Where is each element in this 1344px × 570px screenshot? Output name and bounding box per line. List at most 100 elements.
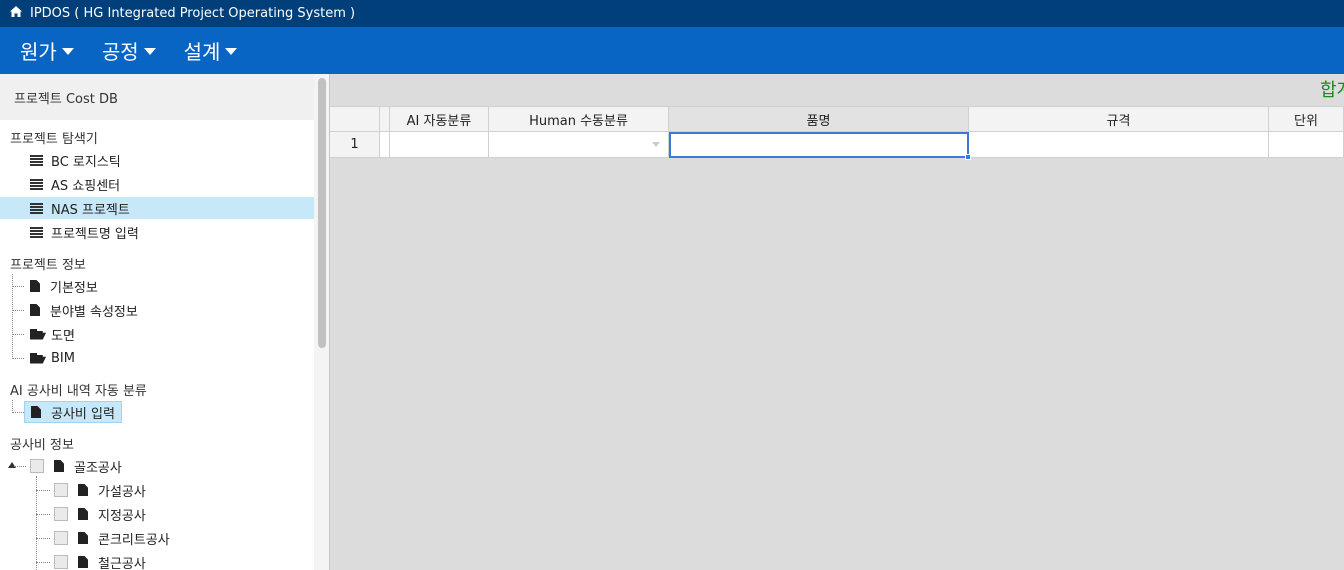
sidebar-scrollbar[interactable] xyxy=(314,74,329,570)
info-item-bim[interactable]: BIM xyxy=(30,347,75,369)
document-icon xyxy=(78,556,88,568)
cost-child-label: 철근공사 xyxy=(98,556,146,570)
ai-item-label: 공사비 입력 xyxy=(51,406,115,422)
corner-cell[interactable] xyxy=(330,106,380,132)
column-header-item-name[interactable]: 품명 xyxy=(669,106,969,132)
menu-schedule[interactable]: 공정 xyxy=(102,36,156,65)
folder-open-icon xyxy=(30,352,46,364)
cost-child-label: 콘크리트공사 xyxy=(98,532,170,548)
column-header-spec[interactable]: 규격 xyxy=(969,106,1269,132)
document-icon xyxy=(30,280,40,292)
project-label: AS 쇼핑센터 xyxy=(51,178,121,194)
caret-down-icon xyxy=(61,48,74,55)
human-class-dropdown[interactable] xyxy=(489,132,669,158)
menu-design-label: 설계 xyxy=(183,40,221,64)
cost-child-label: 가설공사 xyxy=(98,484,146,500)
checkbox[interactable] xyxy=(54,483,68,497)
tree-line xyxy=(12,286,24,287)
menu-design[interactable]: 설계 xyxy=(184,36,238,65)
spec-cell[interactable] xyxy=(969,132,1269,158)
tree-line xyxy=(12,310,24,311)
menu-schedule-label: 공정 xyxy=(101,40,139,64)
tree-line xyxy=(12,412,24,413)
info-item-label: BIM xyxy=(51,350,75,366)
ai-class-cell[interactable] xyxy=(390,132,489,158)
expand-triangle-icon[interactable] xyxy=(8,462,16,468)
project-label: 프로젝트명 입력 xyxy=(51,226,139,242)
main-panel: 합계 AI 자동분류 Human 수동분류 품명 규격 단위 1 xyxy=(330,74,1344,570)
sidebar-header: 프로젝트 Cost DB xyxy=(0,74,314,120)
cost-root-label: 골조공사 xyxy=(74,460,122,476)
table-row: 1 xyxy=(330,132,1344,160)
tree-line xyxy=(36,562,50,563)
section-project-info: 프로젝트 정보 xyxy=(10,258,86,273)
document-icon xyxy=(30,304,40,316)
checkbox[interactable] xyxy=(54,555,68,569)
checkbox[interactable] xyxy=(54,507,68,521)
project-item-selected[interactable]: NAS 프로젝트 xyxy=(0,197,314,219)
fill-handle[interactable] xyxy=(965,154,971,160)
document-icon xyxy=(78,484,88,496)
row-number[interactable]: 1 xyxy=(330,132,380,158)
scrollbar-thumb[interactable] xyxy=(318,78,326,348)
cost-root-item[interactable]: 골조공사 xyxy=(30,455,122,477)
document-icon xyxy=(54,460,64,472)
sum-label: 합계 xyxy=(1320,80,1344,101)
list-icon xyxy=(30,178,43,190)
cost-child-label: 지정공사 xyxy=(98,508,146,524)
caret-down-icon xyxy=(143,48,156,55)
cost-child-item[interactable]: 가설공사 xyxy=(54,479,146,501)
project-item[interactable]: 프로젝트명 입력 xyxy=(30,221,314,243)
column-header-ai[interactable]: AI 자동분류 xyxy=(390,106,489,132)
cost-child-item[interactable]: 콘크리트공사 xyxy=(54,527,170,549)
tree-line xyxy=(36,490,50,491)
info-item-label: 도면 xyxy=(51,328,75,344)
info-item-attributes[interactable]: 분야별 속성정보 xyxy=(30,299,138,321)
checkbox[interactable] xyxy=(54,531,68,545)
menu-cost-label: 원가 xyxy=(20,40,57,64)
info-item-drawings[interactable]: 도면 xyxy=(30,323,75,345)
project-item[interactable]: AS 쇼핑센터 xyxy=(30,173,314,195)
document-icon xyxy=(78,508,88,520)
sidebar: 프로젝트 Cost DB 프로젝트 탐색기 BC 로지스틱 AS 쇼핑센터 NA… xyxy=(0,74,330,570)
item-name-cell-active[interactable] xyxy=(669,132,971,160)
section-cost-info: 공사비 정보 xyxy=(10,438,74,453)
tree-line xyxy=(36,514,50,515)
project-label: BC 로지스틱 xyxy=(51,154,121,170)
dropdown-arrow-icon[interactable] xyxy=(652,142,660,147)
checkbox[interactable] xyxy=(30,459,44,473)
caret-down-icon xyxy=(225,48,238,55)
section-project-explorer: 프로젝트 탐색기 xyxy=(10,132,98,147)
tree-line xyxy=(14,466,26,467)
info-item-basic[interactable]: 기본정보 xyxy=(30,275,98,297)
document-icon xyxy=(31,406,41,418)
info-item-label: 분야별 속성정보 xyxy=(50,304,138,320)
column-header[interactable] xyxy=(380,106,390,132)
document-icon xyxy=(78,532,88,544)
title-bar: IPDOS ( HG Integrated Project Operating … xyxy=(0,0,1344,27)
menu-bar: 원가 공정 설계 xyxy=(0,27,1344,74)
section-ai-classification: AI 공사비 내역 자동 분류 xyxy=(10,384,147,399)
project-label: NAS 프로젝트 xyxy=(51,202,130,218)
grid-header-row: AI 자동분류 Human 수동분류 품명 규격 단위 xyxy=(330,106,1344,132)
folder-open-icon xyxy=(30,328,46,340)
tree-line xyxy=(12,358,24,359)
list-icon xyxy=(30,226,43,238)
cost-child-item[interactable]: 철근공사 xyxy=(54,551,146,570)
tree-line xyxy=(36,538,50,539)
tree-line xyxy=(12,334,24,335)
app-title: IPDOS ( HG Integrated Project Operating … xyxy=(30,6,356,21)
project-item[interactable]: BC 로지스틱 xyxy=(30,149,314,171)
info-item-label: 기본정보 xyxy=(50,280,98,296)
cost-child-item[interactable]: 지정공사 xyxy=(54,503,146,525)
menu-cost[interactable]: 원가 xyxy=(20,36,74,65)
table-cell[interactable] xyxy=(380,132,390,158)
home-icon[interactable] xyxy=(10,6,22,21)
list-icon xyxy=(30,154,43,166)
cost-grid: AI 자동분류 Human 수동분류 품명 규격 단위 1 xyxy=(330,106,1344,160)
column-header-unit[interactable]: 단위 xyxy=(1269,106,1344,132)
column-header-human[interactable]: Human 수동분류 xyxy=(489,106,669,132)
unit-cell[interactable] xyxy=(1269,132,1344,158)
list-icon xyxy=(30,202,43,214)
ai-item-cost-input[interactable]: 공사비 입력 xyxy=(24,401,122,423)
